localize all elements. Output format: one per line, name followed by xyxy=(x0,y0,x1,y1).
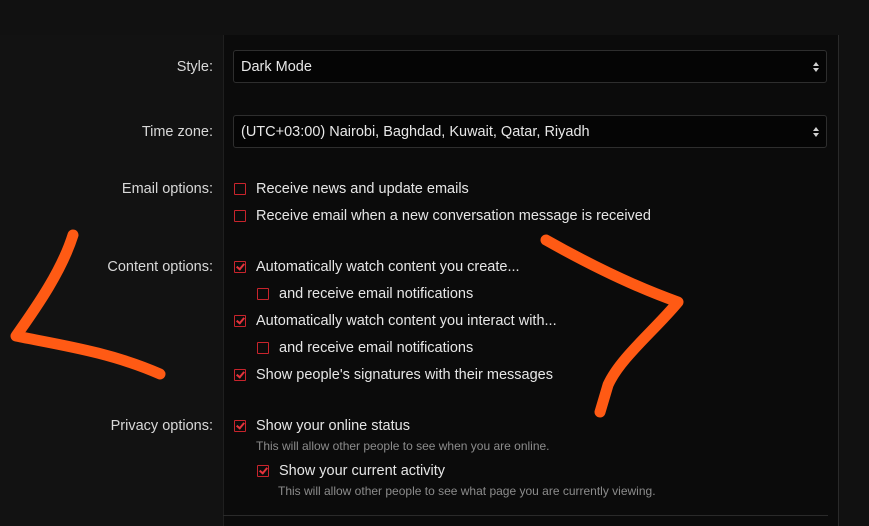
watch-created-email-checkbox[interactable] xyxy=(257,288,269,300)
email-options-label: Email options: xyxy=(121,181,213,197)
top-bar xyxy=(0,0,869,35)
timezone-select[interactable]: (UTC+03:00) Nairobi, Baghdad, Kuwait, Qa… xyxy=(233,115,827,148)
watch-interacted-option[interactable]: Automatically watch content you interact… xyxy=(234,313,557,329)
privacy-options-label: Privacy options: xyxy=(110,418,213,434)
watch-created-email-option-label: and receive email notifications xyxy=(279,286,474,302)
email-conversation-option-label: Receive email when a new conversation me… xyxy=(256,208,651,224)
style-select[interactable]: Dark Mode xyxy=(233,50,827,83)
email-conversation-checkbox[interactable] xyxy=(234,210,246,222)
timezone-label: Time zone: xyxy=(141,124,213,140)
watch-created-option-label: Automatically watch content you create..… xyxy=(256,259,520,275)
current-activity-option[interactable]: Show your current activity xyxy=(257,463,445,479)
preferences-panel: Style: Dark Mode Time zone: (UTC+03:00) … xyxy=(0,35,839,526)
email-news-option[interactable]: Receive news and update emails xyxy=(234,181,469,197)
current-activity-checkbox[interactable] xyxy=(257,465,269,477)
email-conversation-option[interactable]: Receive email when a new conversation me… xyxy=(234,208,651,224)
watch-interacted-option-label: Automatically watch content you interact… xyxy=(256,313,557,329)
select-arrows-icon xyxy=(813,61,819,72)
watch-created-email-option[interactable]: and receive email notifications xyxy=(257,286,473,302)
style-select-value: Dark Mode xyxy=(241,58,312,75)
label-column xyxy=(0,35,224,526)
watch-interacted-checkbox[interactable] xyxy=(234,315,246,327)
watch-interacted-email-option[interactable]: and receive email notifications xyxy=(257,340,473,356)
email-news-checkbox[interactable] xyxy=(234,183,246,195)
current-activity-hint: This will allow other people to see what… xyxy=(278,484,656,498)
watch-created-option[interactable]: Automatically watch content you create..… xyxy=(234,259,520,275)
content-options-label: Content options: xyxy=(107,259,213,275)
section-divider xyxy=(223,515,828,516)
show-signatures-option[interactable]: Show people's signatures with their mess… xyxy=(234,367,553,383)
current-activity-option-label: Show your current activity xyxy=(279,463,446,479)
select-arrows-icon xyxy=(813,126,819,137)
online-status-hint: This will allow other people to see when… xyxy=(256,439,550,453)
online-status-option-label: Show your online status xyxy=(256,418,410,434)
online-status-option[interactable]: Show your online status xyxy=(234,418,410,434)
watch-created-checkbox[interactable] xyxy=(234,261,246,273)
online-status-checkbox[interactable] xyxy=(234,420,246,432)
show-signatures-option-label: Show people's signatures with their mess… xyxy=(256,367,553,383)
watch-interacted-email-checkbox[interactable] xyxy=(257,342,269,354)
show-signatures-checkbox[interactable] xyxy=(234,369,246,381)
timezone-select-value: (UTC+03:00) Nairobi, Baghdad, Kuwait, Qa… xyxy=(241,123,590,140)
style-label: Style: xyxy=(176,59,213,75)
email-news-option-label: Receive news and update emails xyxy=(256,181,469,197)
watch-interacted-email-option-label: and receive email notifications xyxy=(279,340,474,356)
